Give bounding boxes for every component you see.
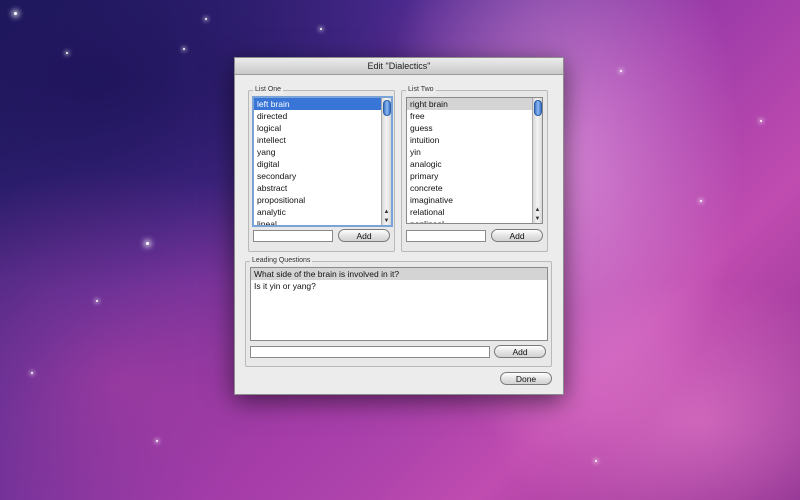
leading-questions-items: What side of the brain is involved in it…: [251, 268, 547, 292]
list-one-item[interactable]: lineal: [254, 218, 391, 225]
leading-questions-label: Leading Questions: [250, 256, 313, 266]
leading-questions-group: Leading Questions What side of the brain…: [245, 256, 552, 367]
list-one-item[interactable]: propositional: [254, 194, 391, 206]
list-one-item[interactable]: analytic: [254, 206, 391, 218]
list-two-scrollbar[interactable]: ▲ ▼: [532, 98, 542, 223]
star: [760, 120, 762, 122]
list-one-add-button[interactable]: Add: [338, 229, 390, 242]
star: [183, 48, 185, 50]
list-two-item[interactable]: right brain: [407, 98, 542, 110]
star: [66, 52, 68, 54]
list-two-add-button[interactable]: Add: [491, 229, 543, 242]
list-two-input[interactable]: [406, 230, 486, 242]
leading-questions-listbox[interactable]: What side of the brain is involved in it…: [250, 267, 548, 341]
list-two-scroll-thumb[interactable]: [534, 100, 542, 116]
scroll-down-arrow-icon[interactable]: ▼: [533, 215, 542, 223]
scroll-up-arrow-icon[interactable]: ▲: [533, 206, 542, 214]
list-two-group: List Two right brain free guess intuition yi…: [401, 85, 548, 252]
list-one-items: left brain directed logical intellect yang di…: [254, 98, 391, 225]
list-one-input[interactable]: [253, 230, 333, 242]
list-one-item[interactable]: directed: [254, 110, 391, 122]
list-two-item[interactable]: free: [407, 110, 542, 122]
list-two-listbox[interactable]: right brain free guess intuition yin analogic…: [406, 97, 543, 224]
star: [146, 242, 149, 245]
list-one-scrollbar[interactable]: ▲ ▼: [381, 98, 391, 225]
list-one-item[interactable]: yang: [254, 146, 391, 158]
list-two-item[interactable]: intuition: [407, 134, 542, 146]
star: [31, 372, 33, 374]
leading-questions-input[interactable]: [250, 346, 490, 358]
star: [620, 70, 622, 72]
window-title[interactable]: Edit "Dialectics": [235, 58, 563, 75]
list-two-item[interactable]: concrete: [407, 182, 542, 194]
scroll-down-arrow-icon[interactable]: ▼: [382, 217, 391, 225]
edit-dialog: Edit "Dialectics" List One left brain dir…: [234, 57, 564, 395]
list-one-item[interactable]: left brain: [254, 98, 391, 110]
leading-question-item[interactable]: What side of the brain is involved in it…: [251, 268, 547, 280]
list-two-item[interactable]: guess: [407, 122, 542, 134]
list-one-item[interactable]: abstract: [254, 182, 391, 194]
list-two-label: List Two: [406, 85, 436, 95]
list-one-item[interactable]: logical: [254, 122, 391, 134]
list-one-item[interactable]: secondary: [254, 170, 391, 182]
leading-question-item[interactable]: Is it yin or yang?: [251, 280, 547, 292]
leading-questions-add-button[interactable]: Add: [494, 345, 546, 358]
list-two-item[interactable]: primary: [407, 170, 542, 182]
star: [700, 200, 702, 202]
star: [320, 28, 322, 30]
list-one-group: List One left brain directed logical intell…: [248, 85, 395, 252]
star: [595, 460, 597, 462]
list-one-listbox[interactable]: left brain directed logical intellect yang di…: [252, 96, 393, 227]
list-two-item[interactable]: yin: [407, 146, 542, 158]
list-two-item[interactable]: nonlineal: [407, 218, 542, 223]
done-button[interactable]: Done: [500, 372, 552, 385]
list-two-item[interactable]: relational: [407, 206, 542, 218]
star: [205, 18, 207, 20]
list-two-item[interactable]: imaginative: [407, 194, 542, 206]
list-two-item[interactable]: analogic: [407, 158, 542, 170]
list-one-item[interactable]: intellect: [254, 134, 391, 146]
list-two-items: right brain free guess intuition yin analogic…: [407, 98, 542, 223]
star: [14, 12, 17, 15]
star: [96, 300, 98, 302]
scroll-up-arrow-icon[interactable]: ▲: [382, 208, 391, 216]
list-one-scroll-thumb[interactable]: [383, 100, 391, 116]
list-one-label: List One: [253, 85, 284, 95]
star: [156, 440, 158, 442]
list-one-item[interactable]: digital: [254, 158, 391, 170]
